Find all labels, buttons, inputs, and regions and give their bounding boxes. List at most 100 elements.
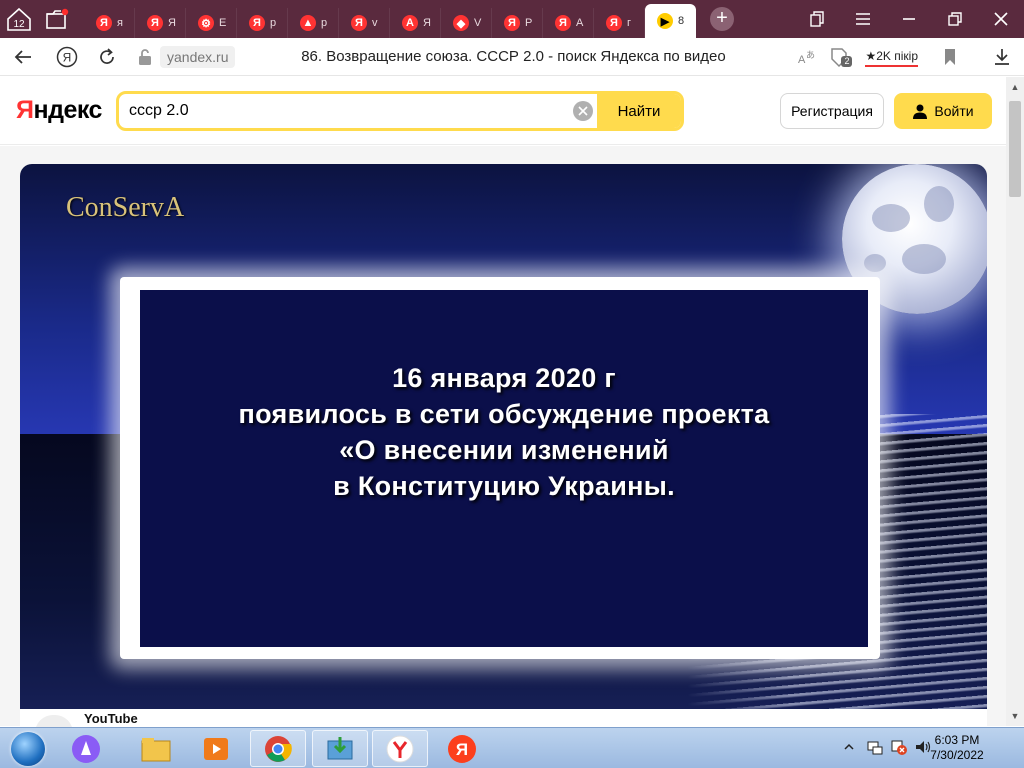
scroll-thumb[interactable] bbox=[1009, 101, 1021, 197]
back-button[interactable] bbox=[6, 40, 40, 74]
translate-icon: Aあ bbox=[798, 50, 815, 66]
tab-favicon: ◆ bbox=[453, 15, 469, 31]
chevron-up-icon[interactable] bbox=[844, 742, 854, 752]
logo-rest: ндекс bbox=[33, 96, 102, 124]
taskbar-installer[interactable] bbox=[312, 730, 368, 767]
tab-counter-button[interactable]: 12 bbox=[0, 0, 38, 38]
close-window-button[interactable] bbox=[978, 0, 1024, 38]
start-button[interactable] bbox=[2, 729, 54, 768]
tab-favicon: Я bbox=[351, 15, 367, 31]
find-button[interactable]: Найти bbox=[597, 94, 681, 128]
tab-bookmarks-button[interactable] bbox=[794, 0, 840, 38]
play-icon: ▶ bbox=[657, 13, 673, 29]
yandex-browser-icon bbox=[386, 735, 414, 762]
browser-tab[interactable]: Яр bbox=[237, 8, 288, 38]
downloads-button[interactable] bbox=[986, 41, 1018, 73]
scroll-up-arrow[interactable]: ▲ bbox=[1006, 79, 1024, 95]
tab-favicon: A bbox=[402, 15, 418, 31]
protect-button[interactable]: 2 bbox=[823, 41, 855, 73]
slide-line: появилось в сети обсуждение проекта bbox=[238, 399, 770, 429]
clear-search-button[interactable] bbox=[573, 101, 593, 121]
browser-tab[interactable]: ⚙ Е bbox=[186, 8, 237, 38]
taskbar-yandex-browser[interactable] bbox=[372, 730, 428, 767]
slide-line: в Конституцию Украины. bbox=[333, 471, 675, 501]
browser-tab[interactable]: ЯЯ bbox=[135, 8, 186, 38]
svg-text:Я: Я bbox=[63, 50, 72, 64]
user-icon bbox=[913, 104, 928, 119]
tab-title: V bbox=[474, 17, 482, 29]
tab-list: Яя Я Я ⚙ Е Яр ▲ р Яv A Я ◆ V Я Р Я А Яг ▶ 8 bbox=[84, 0, 696, 38]
browser-tab[interactable]: Яя bbox=[84, 8, 135, 38]
tab-title: р bbox=[321, 17, 328, 29]
close-icon bbox=[578, 106, 588, 116]
translate-button[interactable]: Aあ bbox=[791, 41, 823, 73]
taskbar-chrome[interactable] bbox=[250, 730, 306, 767]
tab-favicon: Я bbox=[249, 15, 265, 31]
media-player-icon bbox=[204, 737, 228, 760]
reload-button[interactable] bbox=[90, 40, 124, 74]
svg-text:12: 12 bbox=[13, 19, 25, 30]
chrome-icon bbox=[265, 735, 292, 762]
tab-title: 8 bbox=[678, 15, 685, 27]
taskbar-explorer[interactable] bbox=[128, 730, 184, 767]
taskbar-clock[interactable]: 6:03 PM 7/30/2022 bbox=[922, 733, 992, 763]
minimize-button[interactable] bbox=[886, 0, 932, 38]
reload-icon bbox=[100, 47, 114, 64]
menu-button[interactable] bbox=[840, 0, 886, 38]
tab-favicon: Я bbox=[504, 15, 520, 31]
browser-tab[interactable]: Яv bbox=[339, 8, 390, 38]
browser-tab[interactable]: ЯР bbox=[492, 8, 543, 38]
page-title[interactable]: 86. Возвращение союза. СССР 2.0 - поиск … bbox=[235, 48, 791, 65]
network-icon[interactable] bbox=[866, 738, 884, 756]
arrow-left-icon bbox=[14, 49, 31, 64]
search-header: Яндекс Найти Регистрация Войти bbox=[0, 77, 1006, 145]
slide-frame: 16 января 2020 г появилось в сети обсужд… bbox=[120, 277, 880, 659]
action-center-icon[interactable] bbox=[890, 738, 908, 756]
tab-title: г bbox=[627, 17, 632, 29]
folder-icon bbox=[46, 8, 69, 29]
browser-tab[interactable]: Яг bbox=[594, 8, 645, 38]
reviews-button[interactable]: ★2K пікір bbox=[865, 47, 918, 67]
collections-button[interactable] bbox=[38, 0, 76, 38]
browser-tab[interactable]: ◆ V bbox=[441, 8, 492, 38]
tab-favicon: Я bbox=[147, 15, 163, 31]
source-label[interactable]: YouTube bbox=[84, 711, 138, 726]
scroll-down-arrow[interactable]: ▼ bbox=[1006, 708, 1024, 724]
browser-tab[interactable]: ЯА bbox=[543, 8, 594, 38]
register-button[interactable]: Регистрация bbox=[780, 93, 884, 129]
browser-tab[interactable]: AЯ bbox=[390, 8, 441, 38]
bookmark-button[interactable] bbox=[934, 41, 966, 73]
tab-favicon: Я bbox=[96, 15, 112, 31]
taskbar-yandex[interactable]: Я bbox=[434, 730, 490, 767]
search-input[interactable] bbox=[129, 100, 569, 122]
tab-favicon: Я bbox=[555, 15, 571, 31]
close-icon bbox=[994, 12, 1008, 26]
screen: 12 Яя Я Я ⚙ Е Яр ▲ р Яv A Я ◆ V Я Р Я А Яг ▶ 8 + bbox=[0, 0, 1024, 768]
new-tab-button[interactable]: + bbox=[710, 7, 734, 31]
login-button[interactable]: Войти bbox=[894, 93, 992, 129]
address-bar: Я yandex.ru 86. Возвращение союза. СССР … bbox=[0, 38, 1024, 76]
tab-title: v bbox=[372, 17, 378, 29]
tab-title: А bbox=[576, 17, 584, 29]
browser-tab-active[interactable]: ▶ 8 bbox=[645, 4, 696, 38]
site-info-button[interactable] bbox=[134, 46, 156, 68]
login-label: Войти bbox=[934, 103, 974, 119]
download-icon bbox=[995, 48, 1009, 65]
domain-chip[interactable]: yandex.ru bbox=[160, 45, 236, 68]
taskbar-alice[interactable] bbox=[58, 730, 114, 767]
folder-icon bbox=[141, 737, 171, 761]
search-box: Найти bbox=[116, 91, 684, 131]
yandex-logo[interactable]: Яндекс bbox=[16, 96, 102, 125]
taskbar-media[interactable] bbox=[188, 730, 244, 767]
yandex-home-button[interactable]: Я bbox=[50, 40, 84, 74]
vertical-scrollbar[interactable]: ▲ ▼ bbox=[1006, 77, 1024, 726]
hamburger-icon bbox=[856, 13, 870, 25]
browser-tab[interactable]: ▲ р bbox=[288, 8, 339, 38]
tab-title: Я bbox=[168, 17, 176, 29]
alice-icon bbox=[72, 734, 100, 763]
tab-favicon: Я bbox=[606, 15, 622, 31]
restore-button[interactable] bbox=[932, 0, 978, 38]
copy-icon bbox=[810, 11, 824, 27]
slide-line: 16 января 2020 г bbox=[392, 363, 616, 393]
video-player[interactable]: ConServA 16 января 2020 г появилось в се… bbox=[20, 164, 987, 709]
